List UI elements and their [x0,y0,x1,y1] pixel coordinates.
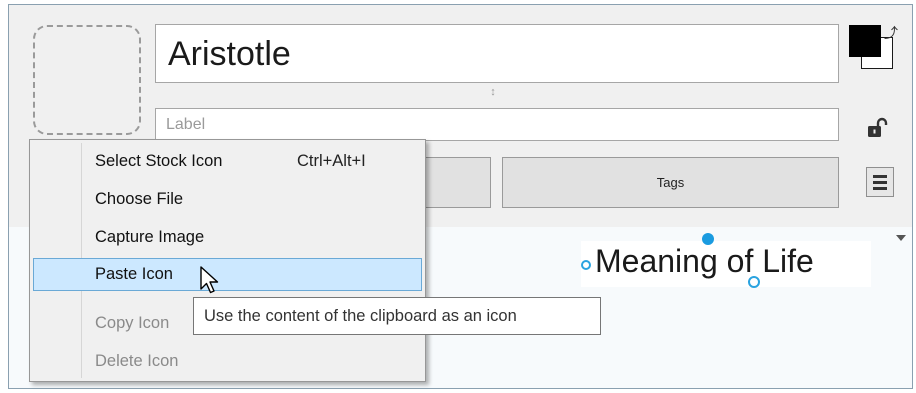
obscured-button[interactable] [419,157,491,208]
color-swatch[interactable]: ⤴ [849,25,899,79]
topic-title-input[interactable]: Aristotle [155,24,839,83]
topic-title-value: Aristotle [168,35,291,73]
left-connection-handle[interactable] [581,260,591,270]
bottom-connection-handle[interactable] [748,276,760,288]
dropdown-arrow-icon[interactable] [896,235,906,241]
menu-item-select-stock-icon[interactable]: Select Stock Icon Ctrl+Alt+I [33,145,422,178]
label-placeholder: Label [166,116,206,133]
foreground-color-swatch[interactable] [849,25,881,57]
hamburger-menu-icon[interactable] [866,167,894,197]
menu-item-shortcut: Ctrl+Alt+I [297,152,366,170]
tags-button[interactable]: Tags [502,157,839,208]
top-connection-handle[interactable] [702,233,714,245]
tooltip: Use the content of the clipboard as an i… [193,297,601,335]
menu-item-label: Copy Icon [95,314,170,332]
resize-grip-icon[interactable]: ↕ [488,85,498,99]
menu-item-paste-icon[interactable]: Paste Icon [33,258,422,291]
menu-item-label: Select Stock Icon [95,152,223,170]
lock-open-icon[interactable] [866,117,888,139]
tooltip-text: Use the content of the clipboard as an i… [204,307,517,325]
topic-node[interactable]: Meaning of Life [581,233,871,288]
menu-item-delete-icon[interactable]: Delete Icon [33,345,422,378]
label-input[interactable]: Label [155,108,839,141]
menu-item-label: Paste Icon [95,265,173,283]
tags-button-label: Tags [656,175,685,190]
menu-item-choose-file[interactable]: Choose File [33,183,422,216]
topic-node-text: Meaning of Life [595,243,814,279]
mouse-pointer-icon [200,266,219,294]
menu-item-capture-image[interactable]: Capture Image [33,221,422,254]
menu-item-label: Delete Icon [95,352,179,370]
menu-item-label: Capture Image [95,228,205,246]
icon-context-menu: Select Stock Icon Ctrl+Alt+I Choose File… [29,139,426,382]
image-placeholder-icon[interactable] [33,25,141,135]
swap-colors-icon[interactable]: ⤴ [884,23,898,43]
menu-item-label: Choose File [95,190,184,208]
